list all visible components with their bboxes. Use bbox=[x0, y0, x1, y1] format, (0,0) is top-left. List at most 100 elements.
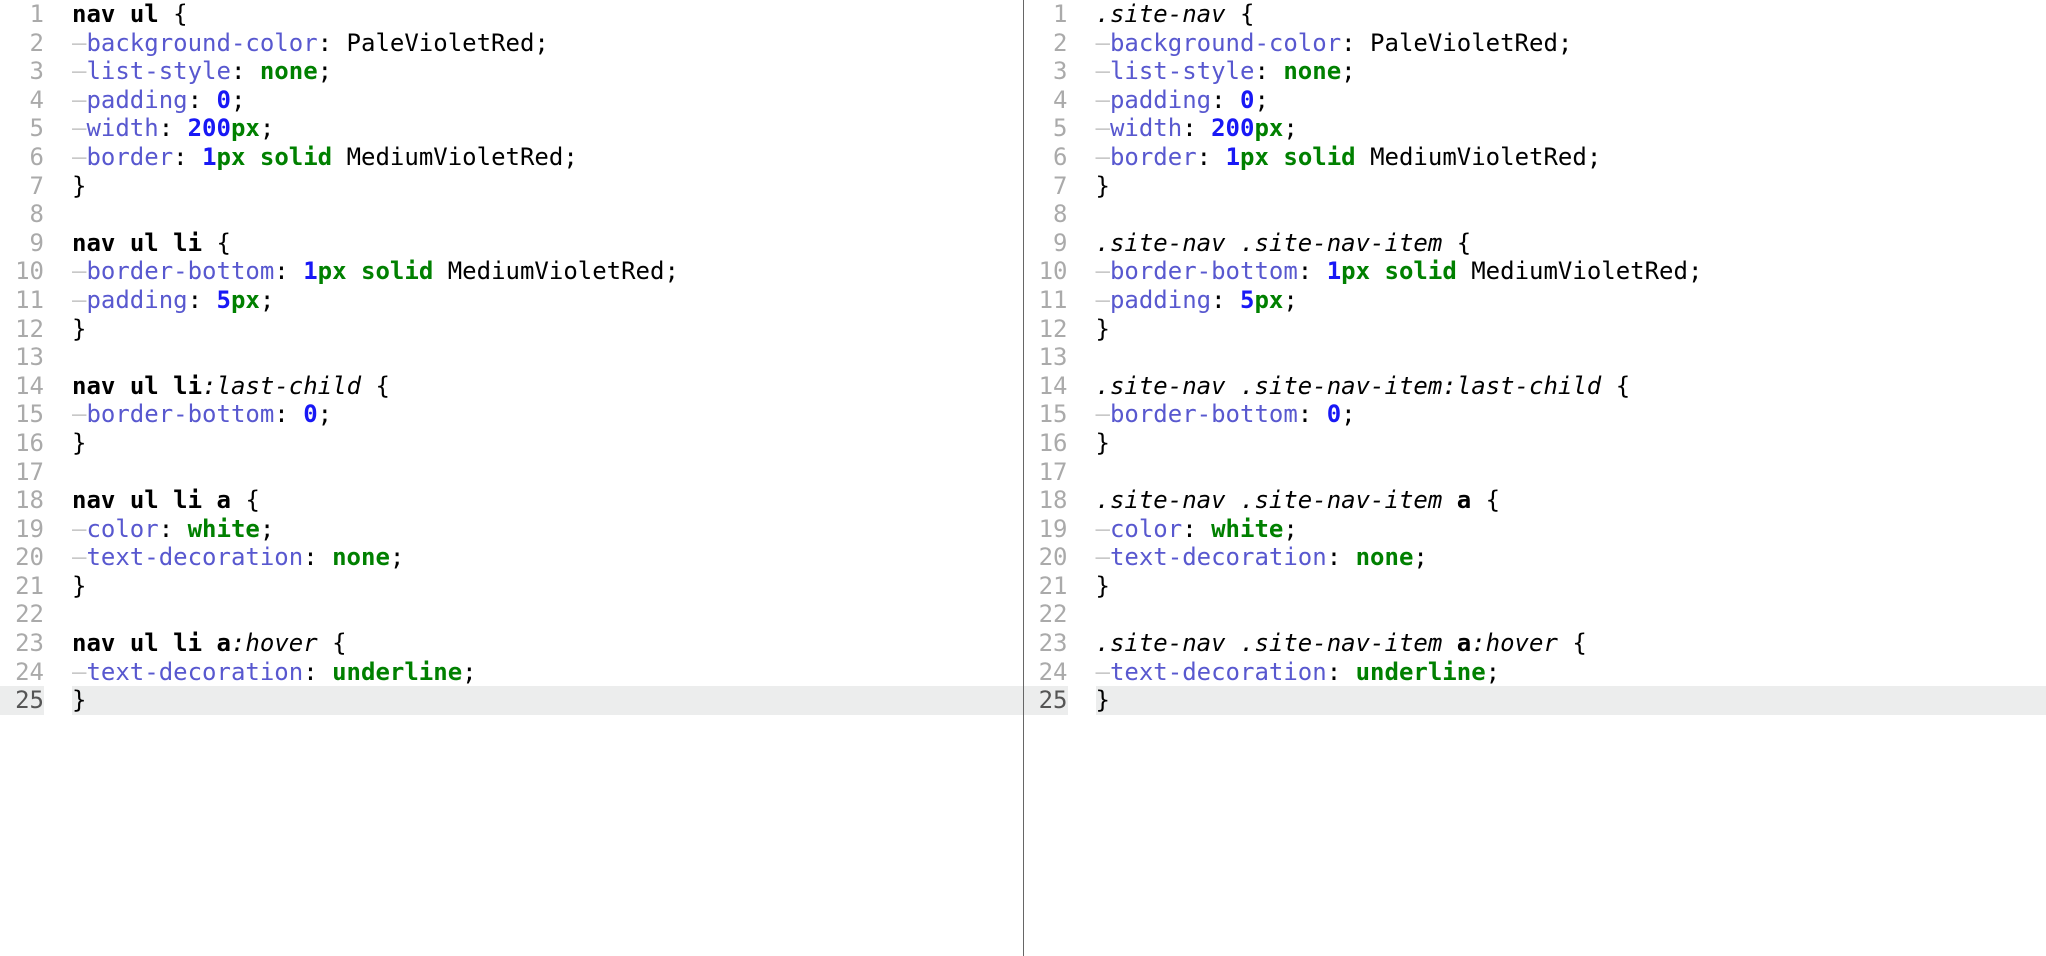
code-token: :hover bbox=[1471, 629, 1558, 657]
code-line[interactable]: } bbox=[72, 315, 1023, 344]
code-line[interactable]: —border-bottom: 1px solid MediumVioletRe… bbox=[72, 257, 1023, 286]
code-token: background-color bbox=[86, 29, 317, 57]
code-line[interactable]: nav ul li:last-child { bbox=[72, 372, 1023, 401]
code-line[interactable]: .site-nav .site-nav-item:last-child { bbox=[1096, 372, 2046, 401]
code-token bbox=[1312, 257, 1326, 285]
code-line[interactable]: .site-nav .site-nav-item a:hover { bbox=[1096, 629, 2046, 658]
code-token: list-style bbox=[86, 57, 231, 85]
code-area[interactable]: .site-nav {—background-color: PaleViolet… bbox=[1078, 0, 2046, 715]
code-line[interactable]: —text-decoration: underline; bbox=[72, 658, 1023, 687]
code-line[interactable]: nav ul li { bbox=[72, 229, 1023, 258]
indent-guide-icon: — bbox=[72, 114, 86, 142]
code-line[interactable]: } bbox=[72, 172, 1023, 201]
code-token: ; bbox=[260, 114, 274, 142]
code-line[interactable]: } bbox=[1096, 429, 2046, 458]
code-token: .site-nav bbox=[1096, 629, 1226, 657]
code-line[interactable]: —padding: 5px; bbox=[72, 286, 1023, 315]
code-line[interactable]: —border-bottom: 0; bbox=[1096, 400, 2046, 429]
code-line[interactable] bbox=[1096, 458, 2046, 487]
code-token bbox=[347, 257, 361, 285]
code-token: a bbox=[217, 629, 231, 657]
code-line[interactable]: —text-decoration: none; bbox=[72, 543, 1023, 572]
line-number: 14 bbox=[1024, 372, 1068, 401]
indent-guide-icon: — bbox=[1096, 543, 1110, 571]
code-token: nav bbox=[72, 0, 115, 28]
code-line[interactable]: —background-color: PaleVioletRed; bbox=[72, 29, 1023, 58]
code-token bbox=[1269, 143, 1283, 171]
code-token: none bbox=[260, 57, 318, 85]
code-token: : bbox=[1298, 257, 1312, 285]
code-line[interactable]: .site-nav .site-nav-item { bbox=[1096, 229, 2046, 258]
code-token: underline bbox=[332, 658, 462, 686]
code-token: 200 bbox=[1211, 114, 1254, 142]
code-token: { bbox=[375, 372, 389, 400]
code-line[interactable]: nav ul { bbox=[72, 0, 1023, 29]
line-number-gutter: 1234567891011121314151617181920212223242… bbox=[1024, 0, 1078, 956]
line-number: 9 bbox=[1024, 229, 1068, 258]
code-token: border-bottom bbox=[86, 400, 274, 428]
code-token bbox=[202, 486, 216, 514]
code-line[interactable] bbox=[1096, 600, 2046, 629]
code-line[interactable]: —width: 200px; bbox=[1096, 114, 2046, 143]
code-line[interactable]: .site-nav .site-nav-item a { bbox=[1096, 486, 2046, 515]
code-line[interactable]: —list-style: none; bbox=[72, 57, 1023, 86]
code-token: 5 bbox=[1240, 286, 1254, 314]
code-token: : bbox=[159, 515, 173, 543]
code-line[interactable]: —border-bottom: 0; bbox=[72, 400, 1023, 429]
code-token: .site-nav-item bbox=[1240, 629, 1442, 657]
editor-pane-right[interactable]: 1234567891011121314151617181920212223242… bbox=[1024, 0, 2046, 956]
code-line[interactable]: —border: 1px solid MediumVioletRed; bbox=[72, 143, 1023, 172]
line-number: 13 bbox=[0, 343, 44, 372]
code-line[interactable]: —padding: 0; bbox=[1096, 86, 2046, 115]
code-token: 0 bbox=[1240, 86, 1254, 114]
code-line[interactable]: nav ul li a:hover { bbox=[72, 629, 1023, 658]
code-line[interactable]: —text-decoration: none; bbox=[1096, 543, 2046, 572]
code-line[interactable] bbox=[72, 200, 1023, 229]
code-line[interactable]: } bbox=[72, 572, 1023, 601]
code-line[interactable]: —padding: 5px; bbox=[1096, 286, 2046, 315]
code-token: ul bbox=[130, 229, 159, 257]
indent-guide-icon: — bbox=[72, 543, 86, 571]
code-token: 1 bbox=[202, 143, 216, 171]
code-line[interactable]: —background-color: PaleVioletRed; bbox=[1096, 29, 2046, 58]
code-line[interactable] bbox=[72, 600, 1023, 629]
code-line[interactable]: —padding: 0; bbox=[72, 86, 1023, 115]
code-line[interactable] bbox=[72, 458, 1023, 487]
code-line[interactable]: —border-bottom: 1px solid MediumVioletRe… bbox=[1096, 257, 2046, 286]
code-line[interactable] bbox=[72, 343, 1023, 372]
code-token: :hover bbox=[231, 629, 318, 657]
code-token: padding bbox=[86, 86, 187, 114]
code-line[interactable]: —border: 1px solid MediumVioletRed; bbox=[1096, 143, 2046, 172]
code-line[interactable]: —color: white; bbox=[72, 515, 1023, 544]
code-area[interactable]: nav ul {—background-color: PaleVioletRed… bbox=[54, 0, 1023, 715]
code-line[interactable] bbox=[1096, 343, 2046, 372]
code-line[interactable]: —color: white; bbox=[1096, 515, 2046, 544]
code-line[interactable] bbox=[1096, 200, 2046, 229]
code-line[interactable]: } bbox=[1096, 686, 2046, 715]
code-line[interactable]: —list-style: none; bbox=[1096, 57, 2046, 86]
code-line[interactable]: } bbox=[1096, 172, 2046, 201]
code-token: ; bbox=[1413, 543, 1427, 571]
code-token bbox=[1197, 515, 1211, 543]
code-line[interactable]: —text-decoration: underline; bbox=[1096, 658, 2046, 687]
code-token: } bbox=[1096, 429, 1110, 457]
editor-pane-left[interactable]: 1234567891011121314151617181920212223242… bbox=[0, 0, 1024, 956]
code-token: { bbox=[1616, 372, 1630, 400]
indent-guide-icon: — bbox=[1096, 400, 1110, 428]
indent-guide-icon: — bbox=[1096, 114, 1110, 142]
line-number: 16 bbox=[0, 429, 44, 458]
code-line[interactable]: } bbox=[72, 686, 1023, 715]
code-line[interactable]: } bbox=[1096, 572, 2046, 601]
code-token: ; bbox=[318, 57, 332, 85]
code-token: underline bbox=[1356, 658, 1486, 686]
code-line[interactable]: .site-nav { bbox=[1096, 0, 2046, 29]
code-token: 1 bbox=[1226, 143, 1240, 171]
code-line[interactable]: —width: 200px; bbox=[72, 114, 1023, 143]
indent-guide-icon: — bbox=[72, 400, 86, 428]
code-line[interactable]: nav ul li a { bbox=[72, 486, 1023, 515]
line-number: 23 bbox=[0, 629, 44, 658]
line-number: 18 bbox=[1024, 486, 1068, 515]
line-number: 2 bbox=[0, 29, 44, 58]
code-line[interactable]: } bbox=[72, 429, 1023, 458]
code-line[interactable]: } bbox=[1096, 315, 2046, 344]
